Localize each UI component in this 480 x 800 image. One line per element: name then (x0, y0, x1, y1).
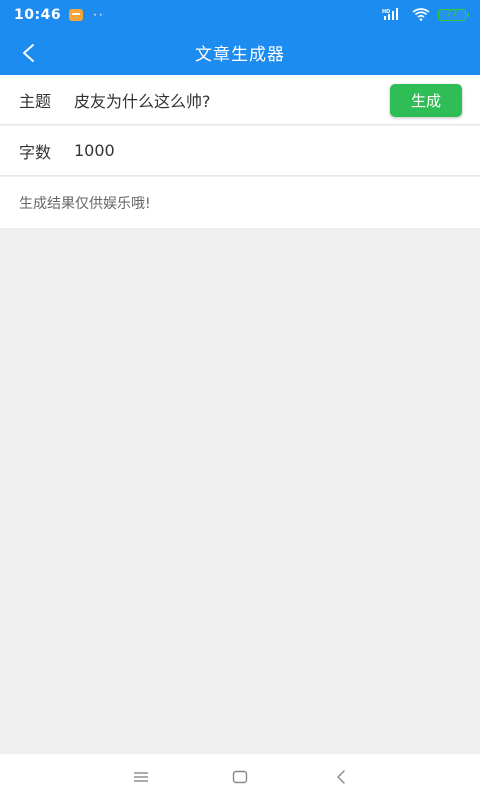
battery-icon: 77 (438, 9, 469, 21)
word-count-input[interactable] (74, 141, 461, 160)
notice-text: 生成结果仅供娱乐哦! (19, 195, 151, 212)
word-count-row: 字数 (0, 126, 480, 176)
word-count-label: 字数 (19, 142, 52, 162)
system-back-button[interactable] (311, 754, 371, 800)
home-button[interactable] (210, 754, 270, 800)
topic-row: 主题 生成 (0, 75, 480, 125)
recent-apps-button[interactable] (111, 754, 171, 800)
title-bar: 文章生成器 (0, 30, 480, 75)
notice-row: 生成结果仅供娱乐哦! (0, 177, 480, 228)
chevron-left-icon (23, 43, 34, 62)
menu-icon (134, 772, 148, 782)
message-notification-icon (69, 9, 84, 21)
status-bar: 10:46 ·· HD 77 (0, 0, 480, 30)
wifi-icon (412, 6, 430, 25)
page-title: 文章生成器 (195, 45, 285, 65)
result-area (0, 228, 480, 754)
system-nav-bar (0, 754, 480, 800)
more-notifications-dots: ·· (93, 8, 105, 22)
topic-label: 主题 (19, 91, 52, 111)
home-square-icon (232, 770, 248, 784)
chevron-left-icon (337, 770, 345, 784)
status-icons: HD 77 (382, 6, 469, 25)
back-button[interactable] (8, 30, 48, 75)
status-time: 10:46 (14, 7, 62, 23)
generate-button[interactable]: 生成 (390, 84, 462, 117)
signal-icon: HD (382, 7, 404, 23)
